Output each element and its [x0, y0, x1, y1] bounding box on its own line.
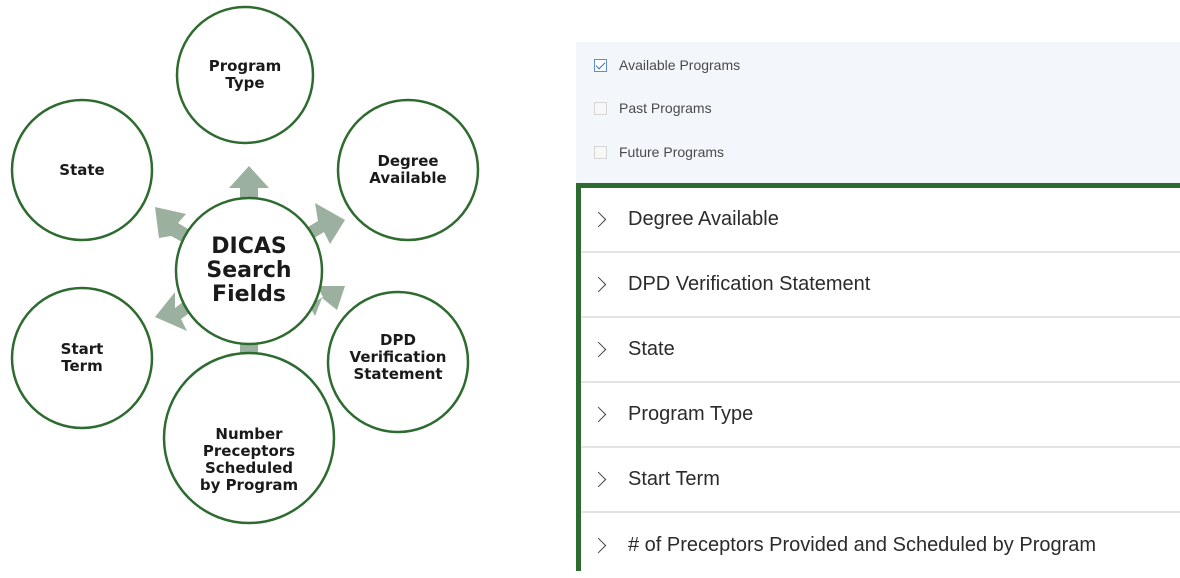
- chevron-right-icon: [590, 406, 607, 423]
- checkbox-past-programs[interactable]: Past Programs: [594, 98, 712, 118]
- filter-accordion: Degree Available DPD Verification Statem…: [576, 183, 1180, 578]
- accordion-item-program-type[interactable]: Program Type: [581, 383, 1180, 448]
- accordion-label: DPD Verification Statement: [628, 273, 871, 295]
- start-term-label: Start Term: [22, 318, 142, 398]
- dpd-verification-line-2: Verification: [349, 347, 447, 366]
- chevron-right-icon: [590, 276, 607, 293]
- accordion-label: Program Type: [628, 403, 754, 425]
- accordion-item-state[interactable]: State: [581, 318, 1180, 383]
- accordion-label: Start Term: [628, 468, 720, 490]
- accordion-label: # of Preceptors Provided and Scheduled b…: [628, 534, 1097, 556]
- checkbox-label: Available Programs: [619, 57, 741, 73]
- number-preceptors-line-2: Preceptors: [202, 442, 296, 460]
- accordion-label: Degree Available: [628, 208, 779, 230]
- program-type-line-2: Type: [225, 74, 265, 92]
- checkbox-available-programs[interactable]: Available Programs: [594, 55, 740, 75]
- degree-available-line-2: Available: [369, 169, 447, 187]
- checkbox-label: Future Programs: [619, 144, 725, 160]
- chevron-right-icon: [590, 471, 607, 488]
- start-term-line-2: Term: [61, 357, 103, 375]
- state-line-1: State: [59, 160, 105, 179]
- accordion-item-start-term[interactable]: Start Term: [581, 448, 1180, 513]
- center-label: DICAS Search Fields: [179, 201, 319, 341]
- dpd-verification-line-3: Statement: [353, 364, 443, 383]
- checkbox-unchecked-icon[interactable]: [594, 101, 607, 115]
- checkbox-checked-icon[interactable]: [594, 58, 607, 72]
- dpd-verification-line-1: DPD: [380, 330, 416, 349]
- accordion-label: State: [628, 338, 675, 360]
- search-filter-panel: Available Programs Past Programs Future …: [576, 42, 1180, 578]
- number-preceptors-line-3: Scheduled: [204, 459, 293, 477]
- accordion-item-preceptors[interactable]: # of Preceptors Provided and Scheduled b…: [581, 513, 1180, 578]
- start-term-line-1: Start: [60, 340, 104, 358]
- chevron-right-icon: [590, 341, 607, 358]
- chevron-right-icon: [590, 537, 607, 554]
- state-label: State: [22, 130, 142, 210]
- checkbox-label: Past Programs: [619, 100, 712, 116]
- number-preceptors-line-1: Number: [215, 425, 283, 443]
- center-line-3: Fields: [212, 282, 286, 307]
- degree-available-line-1: Degree: [377, 152, 439, 170]
- number-preceptors-line-4: by Program: [199, 476, 299, 494]
- checkbox-unchecked-icon[interactable]: [594, 145, 607, 159]
- program-status-checkboxes: Available Programs Past Programs Future …: [576, 42, 1180, 183]
- center-line-2: Search: [206, 258, 292, 283]
- program-type-label: Program Type: [185, 35, 305, 115]
- chevron-right-icon: [590, 211, 607, 228]
- degree-available-label: Degree Available: [348, 130, 468, 210]
- accordion-item-dpd-verification[interactable]: DPD Verification Statement: [581, 253, 1180, 318]
- center-line-1: DICAS: [211, 234, 287, 259]
- program-type-line-1: Program: [208, 57, 282, 75]
- dpd-verification-label: DPD Verification Statement: [333, 312, 463, 402]
- accordion-item-degree-available[interactable]: Degree Available: [581, 188, 1180, 253]
- dicas-search-fields-diagram: DICAS Search Fields Program Type Degree …: [0, 0, 560, 571]
- number-preceptors-label: Number Preceptors Scheduled by Program: [179, 410, 319, 510]
- checkbox-future-programs[interactable]: Future Programs: [594, 142, 724, 162]
